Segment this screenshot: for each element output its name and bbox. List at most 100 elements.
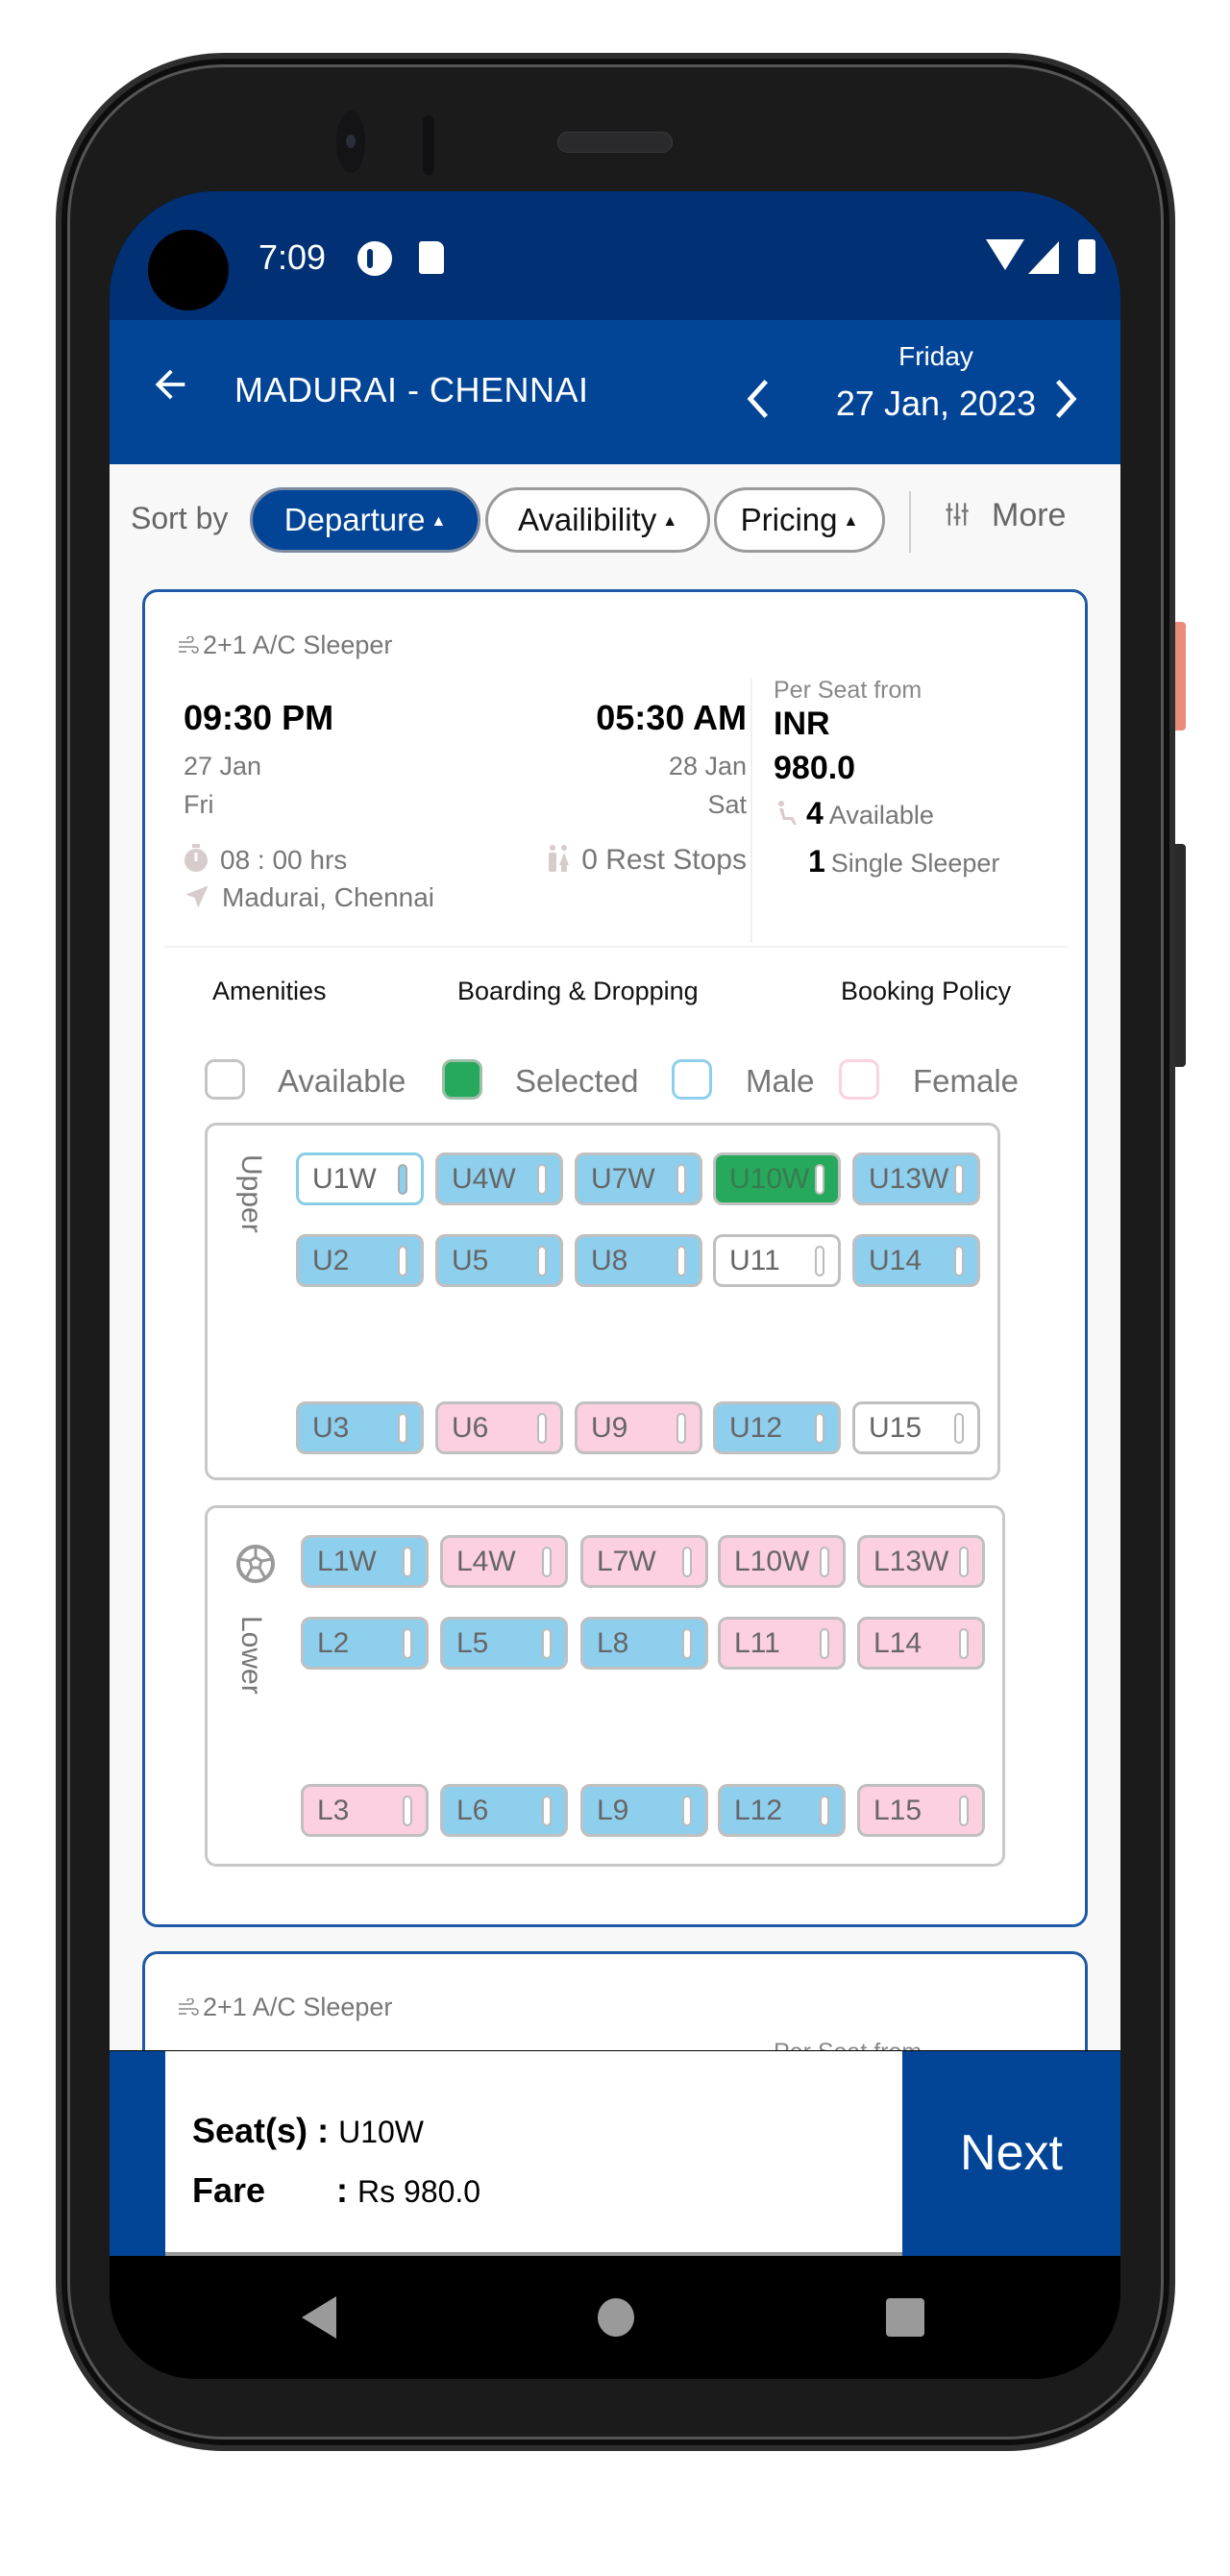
seat-l11[interactable]: L11 — [718, 1617, 846, 1670]
seat-u1w[interactable]: U1W — [296, 1152, 424, 1205]
seat-u10w[interactable]: U10W — [713, 1152, 841, 1205]
seat-u2[interactable]: U2 — [296, 1234, 424, 1287]
seat-l5[interactable]: L5 — [440, 1617, 568, 1670]
seat-l12[interactable]: L12 — [718, 1784, 846, 1837]
available-count: 4 — [806, 796, 824, 830]
status-time: 7:09 — [258, 237, 327, 277]
seat-u11[interactable]: U11 — [713, 1234, 841, 1287]
sort-pricing-button[interactable]: Pricing ▲ — [714, 487, 885, 553]
seat-number: U8 — [591, 1245, 628, 1276]
sort-divider — [909, 491, 911, 553]
arrival-time: 05:30 AM — [596, 698, 747, 737]
seat-number: L11 — [734, 1627, 780, 1659]
pillow-icon — [676, 1246, 686, 1276]
sort-availability-label: Availibility — [517, 502, 657, 537]
seat-u12[interactable]: U12 — [713, 1401, 841, 1454]
pillow-icon — [820, 1628, 829, 1659]
seat-u4w[interactable]: U4W — [435, 1152, 563, 1205]
bus-type: 2+1 A/C Sleeper — [178, 631, 392, 660]
per-seat-label: Per Seat from — [774, 677, 922, 704]
seat-number: U5 — [452, 1245, 489, 1276]
nav-home-icon[interactable] — [598, 2298, 634, 2337]
seat-u5[interactable]: U5 — [435, 1234, 563, 1287]
pillow-icon — [954, 1246, 964, 1276]
seat-l9[interactable]: L9 — [580, 1784, 708, 1837]
volume-button — [1175, 844, 1186, 1067]
seat-number: L3 — [317, 1795, 350, 1826]
legend-available-label: Available — [278, 1063, 406, 1099]
restroom-icon — [549, 845, 570, 872]
seat-u15[interactable]: U15 — [852, 1401, 980, 1454]
seat-u6[interactable]: U6 — [435, 1401, 563, 1454]
seat-u3[interactable]: U3 — [296, 1401, 424, 1454]
sort-caret-icon: ▲ — [662, 513, 678, 531]
tab-boarding-dropping[interactable]: Boarding & Dropping — [457, 977, 699, 1006]
seat-l6[interactable]: L6 — [440, 1784, 568, 1837]
bus-type: 2+1 A/C Sleeper — [178, 1993, 392, 2022]
seat-legend: Available Selected Male Female — [205, 1053, 1070, 1102]
system-nav-bar — [110, 2256, 1120, 2379]
ac-wind-icon — [179, 636, 199, 654]
seat-u14[interactable]: U14 — [852, 1234, 980, 1287]
seat-l10w[interactable]: L10W — [718, 1535, 846, 1588]
fare-value: Rs 980.0 — [357, 2174, 481, 2209]
single-label: Single Sleeper — [830, 849, 1000, 878]
bus-card[interactable]: 2+1 A/C Sleeper 09:30 PM 05:30 AM 27 Jan… — [142, 589, 1088, 1927]
seat-l14[interactable]: L14 — [857, 1617, 985, 1670]
pillow-icon — [537, 1164, 547, 1195]
seat-u8[interactable]: U8 — [575, 1234, 702, 1287]
available-seats: 4 Available — [774, 796, 934, 831]
navigation-arrow-icon — [185, 885, 209, 908]
seat-u9[interactable]: U9 — [575, 1401, 702, 1454]
separator: : — [317, 2111, 330, 2150]
seat-l7w[interactable]: L7W — [580, 1535, 708, 1588]
seat-l2[interactable]: L2 — [301, 1617, 429, 1670]
seat-l4w[interactable]: L4W — [440, 1535, 568, 1588]
back-button[interactable] — [148, 362, 196, 410]
upper-deck-label: Upper — [235, 1154, 267, 1233]
seat-u13w[interactable]: U13W — [852, 1152, 980, 1205]
front-camera — [336, 111, 365, 173]
tab-amenities[interactable]: Amenities — [212, 977, 327, 1006]
seat-number: L9 — [597, 1795, 629, 1826]
previous-date-button[interactable] — [744, 378, 773, 429]
arrival-day: Sat — [707, 790, 747, 819]
sort-pricing-label: Pricing — [740, 502, 838, 537]
pillow-icon — [820, 1547, 829, 1577]
pillow-icon — [398, 1413, 407, 1444]
seat-icon — [778, 801, 797, 825]
seat-l3[interactable]: L3 — [301, 1784, 429, 1837]
route-places: Madurai, Chennai — [184, 882, 434, 913]
legend-male-label: Male — [746, 1063, 815, 1099]
pillow-icon — [537, 1246, 547, 1276]
bus-list: Sort by Departure ▲ Availibility ▲ Pricing… — [110, 464, 1120, 2050]
seat-l13w[interactable]: L13W — [857, 1535, 985, 1588]
lower-deck: Lower L1W L4W L7W L10W L13W L2 L5 L8 L11 L14 L3 L6 L… — [205, 1505, 1005, 1867]
next-button[interactable]: Next — [902, 2051, 1120, 2256]
nav-back-icon[interactable] — [302, 2296, 336, 2339]
sort-availability-button[interactable]: Availibility ▲ — [485, 487, 710, 553]
next-date-button[interactable] — [1051, 378, 1080, 429]
tab-booking-policy[interactable]: Booking Policy — [841, 977, 1011, 1006]
status-bar: 7:09 — [110, 191, 1120, 320]
arrival-date: 28 Jan — [668, 752, 747, 780]
more-filters-button[interactable]: More — [944, 497, 1066, 534]
bus-card[interactable]: 2+1 A/C Sleeper Per Seat from — [142, 1951, 1088, 2050]
sort-departure-button[interactable]: Departure ▲ — [250, 487, 480, 553]
data-saver-icon — [357, 241, 392, 276]
seat-number: U4W — [452, 1163, 516, 1195]
seat-u7w[interactable]: U7W — [575, 1152, 702, 1205]
seat-number: L4W — [456, 1546, 516, 1577]
nav-recents-icon[interactable] — [886, 2298, 924, 2337]
seat-l15[interactable]: L15 — [857, 1784, 985, 1837]
seat-number: L6 — [456, 1795, 489, 1826]
seat-number: L15 — [873, 1795, 922, 1826]
rest-stops: 0 Rest Stops — [547, 844, 747, 877]
seat-number: U11 — [729, 1245, 780, 1276]
seat-l1w[interactable]: L1W — [301, 1535, 429, 1588]
pillow-icon — [398, 1164, 407, 1195]
seat-l8[interactable]: L8 — [580, 1617, 708, 1670]
cell-signal-icon — [1028, 241, 1059, 274]
legend-available-swatch — [205, 1059, 245, 1100]
horizontal-divider — [164, 946, 1068, 948]
